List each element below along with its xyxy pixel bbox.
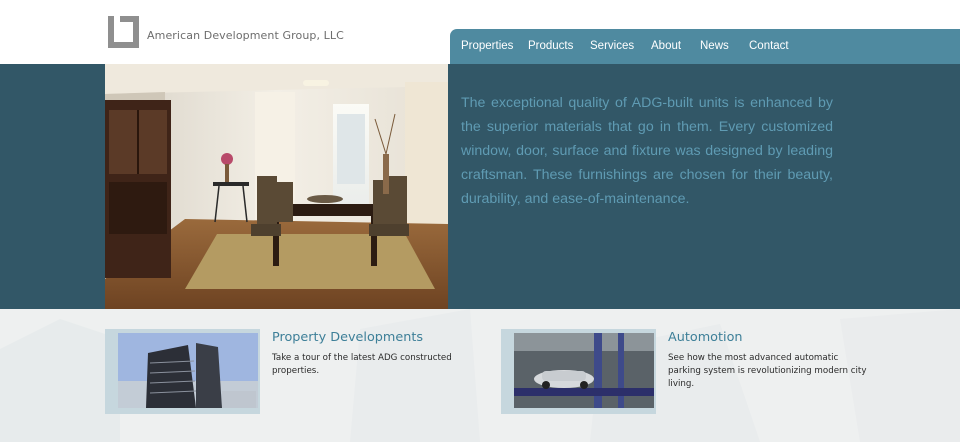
nav-products[interactable]: Products	[528, 40, 573, 52]
nav-contact[interactable]: Contact	[749, 40, 789, 52]
nav-services[interactable]: Services	[590, 40, 634, 52]
nav-news[interactable]: News	[700, 40, 729, 52]
feature-title-automotion[interactable]: Automotion	[668, 330, 743, 345]
hero-description: The exceptional quality of ADG-built uni…	[461, 95, 833, 207]
logo-icon[interactable]	[108, 16, 139, 48]
feature-desc-automotion: See how the most advanced automatic park…	[668, 353, 867, 389]
features-section: Property Developments Take a tour of the…	[0, 309, 960, 442]
dining-room-photo	[105, 64, 448, 309]
feature-title-developments[interactable]: Property Developments	[272, 330, 423, 345]
feature-desc-developments: Take a tour of the latest ADG constructe…	[272, 353, 452, 376]
parking-photo[interactable]	[514, 333, 654, 408]
brand-name[interactable]: American Development Group, LLC	[147, 29, 344, 42]
building-photo[interactable]	[118, 333, 258, 408]
nav-about[interactable]: About	[651, 40, 681, 52]
nav-properties[interactable]: Properties	[461, 40, 513, 52]
main-nav: Properties Products Services About News …	[450, 29, 960, 64]
site-header: American Development Group, LLC Properti…	[0, 0, 960, 64]
